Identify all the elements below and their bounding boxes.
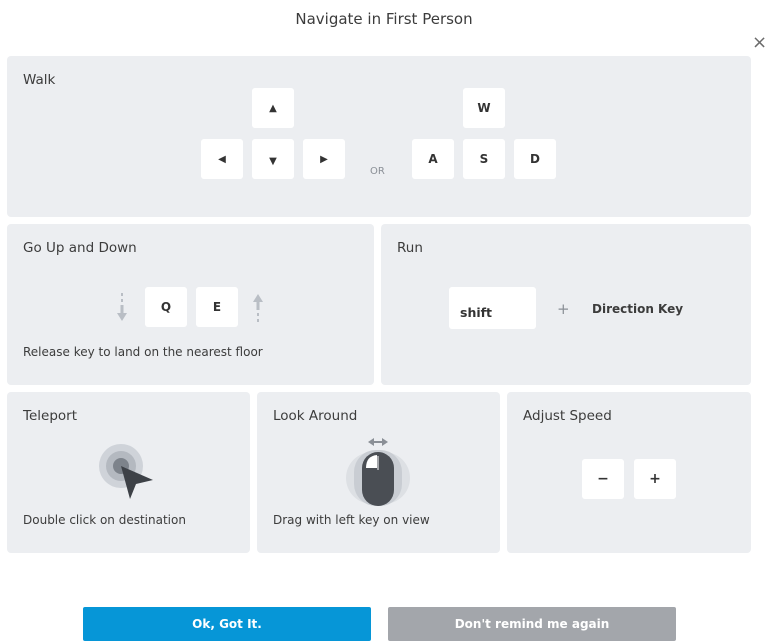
- arrow-down-key: ▼: [252, 139, 294, 179]
- arrow-up-key: ▲: [252, 88, 294, 128]
- walk-panel: Walk ▲ ◀ ▼ ▶ OR W A S D: [7, 56, 751, 217]
- shift-key: shift: [449, 287, 536, 329]
- updown-title: Go Up and Down: [23, 240, 137, 256]
- walk-title: Walk: [23, 72, 56, 88]
- s-key: S: [463, 139, 505, 179]
- speed-panel: Adjust Speed − +: [507, 392, 751, 553]
- close-icon[interactable]: ×: [752, 33, 768, 53]
- run-title: Run: [397, 240, 423, 256]
- direction-key-label: Direction Key: [592, 302, 684, 316]
- up-arrow-icon: [253, 294, 263, 322]
- look-panel: Look Around Drag with left key on view: [257, 392, 500, 553]
- teleport-cursor-icon: [99, 444, 153, 499]
- teleport-panel: Teleport Double click on destination: [7, 392, 250, 553]
- horizontal-drag-icon: [368, 438, 388, 446]
- look-description: Drag with left key on view: [273, 513, 430, 527]
- mouse-icon: [346, 450, 410, 506]
- teleport-title: Teleport: [23, 408, 77, 424]
- updown-description: Release key to land on the nearest floor: [23, 345, 263, 359]
- speed-minus-key: −: [582, 459, 624, 499]
- arrow-right-key: ▶: [303, 139, 345, 179]
- look-title: Look Around: [273, 408, 358, 424]
- updown-panel: Go Up and Down Q E Release key to land o…: [7, 224, 374, 385]
- plus-sign: +: [557, 300, 570, 318]
- arrow-left-key: ◀: [201, 139, 243, 179]
- q-key: Q: [145, 287, 187, 327]
- or-label: OR: [370, 166, 385, 177]
- down-arrow-icon: [117, 293, 127, 321]
- ok-got-it-button[interactable]: Ok, Got It.: [83, 607, 371, 641]
- run-panel: Run shift + Direction Key: [381, 224, 751, 385]
- e-key: E: [196, 287, 238, 327]
- w-key: W: [463, 88, 505, 128]
- dont-remind-button[interactable]: Don't remind me again: [388, 607, 676, 641]
- teleport-description: Double click on destination: [23, 513, 186, 527]
- a-key: A: [412, 139, 454, 179]
- speed-plus-key: +: [634, 459, 676, 499]
- d-key: D: [514, 139, 556, 179]
- dialog-title: Navigate in First Person: [295, 10, 473, 28]
- speed-title: Adjust Speed: [523, 408, 612, 424]
